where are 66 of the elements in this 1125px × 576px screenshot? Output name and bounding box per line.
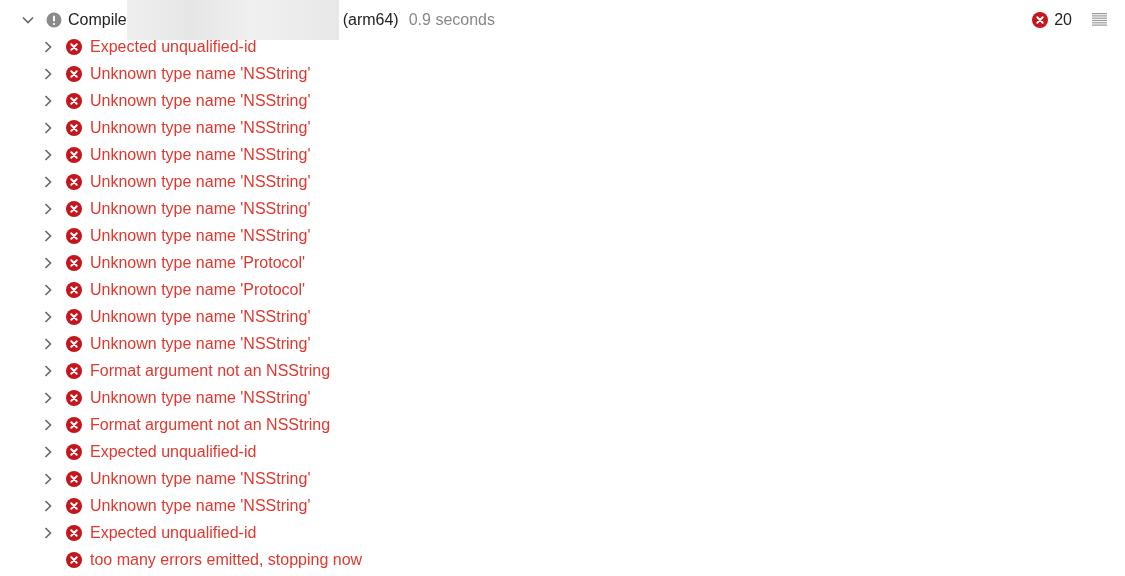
- error-icon: [66, 308, 82, 325]
- warning-icon: [46, 11, 62, 28]
- error-message[interactable]: Unknown type name 'NSString': [90, 91, 311, 110]
- error-icon: [66, 254, 82, 271]
- chevron-right-icon[interactable]: [42, 94, 54, 107]
- error-message[interactable]: Unknown type name 'NSString': [90, 145, 311, 164]
- arch-label: (arm64): [342, 10, 399, 29]
- error-icon: [66, 389, 82, 406]
- error-icon: [66, 551, 82, 568]
- error-message[interactable]: Expected unqualified-id: [90, 37, 257, 56]
- error-message[interactable]: Unknown type name 'Protocol': [90, 280, 306, 299]
- error-icon: [66, 497, 82, 514]
- error-icon: [1032, 11, 1049, 28]
- chevron-right-icon[interactable]: [42, 310, 54, 323]
- error-icon: [66, 92, 82, 109]
- error-count: 20: [1054, 10, 1072, 29]
- error-message[interactable]: Expected unqualified-id: [90, 523, 257, 542]
- chevron-right-icon[interactable]: [42, 445, 54, 458]
- chevron-right-icon[interactable]: [42, 175, 54, 188]
- error-icon: [66, 38, 82, 55]
- error-icon: [66, 443, 82, 460]
- error-message[interactable]: Unknown type name 'NSString': [90, 199, 311, 218]
- error-message[interactable]: Format argument not an NSString: [90, 415, 331, 434]
- error-icon: [66, 146, 82, 163]
- error-icon: [66, 416, 82, 433]
- error-icon: [66, 65, 82, 82]
- error-message[interactable]: Unknown type name 'NSString': [90, 64, 311, 83]
- chevron-right-icon[interactable]: [42, 499, 54, 512]
- error-message[interactable]: Unknown type name 'NSString': [90, 307, 311, 326]
- chevron-right-icon[interactable]: [42, 202, 54, 215]
- error-icon: [66, 173, 82, 190]
- chevron-right-icon[interactable]: [42, 337, 54, 350]
- error-message[interactable]: Unknown type name 'NSString': [90, 496, 311, 515]
- list-icon[interactable]: [1092, 13, 1107, 26]
- error-icon: [66, 281, 82, 298]
- error-message[interactable]: Unknown type name 'NSString': [90, 334, 311, 353]
- error-message[interactable]: too many errors emitted, stopping now: [90, 550, 363, 569]
- group-title: Compile: [68, 10, 127, 29]
- error-icon: [66, 362, 82, 379]
- error-message[interactable]: Unknown type name 'NSString': [90, 388, 311, 407]
- chevron-right-icon[interactable]: [42, 391, 54, 404]
- error-message[interactable]: Format argument not an NSString: [90, 361, 331, 380]
- chevron-right-icon[interactable]: [42, 418, 54, 431]
- chevron-right-icon[interactable]: [42, 229, 54, 242]
- error-icon: [66, 119, 82, 136]
- error-icon: [66, 227, 82, 244]
- error-message[interactable]: Unknown type name 'NSString': [90, 118, 311, 137]
- error-message[interactable]: Unknown type name 'Protocol': [90, 253, 306, 272]
- error-icon: [66, 524, 82, 541]
- chevron-right-icon[interactable]: [42, 283, 54, 296]
- chevron-right-icon[interactable]: [42, 121, 54, 134]
- chevron-right-icon[interactable]: [42, 472, 54, 485]
- error-icon: [66, 200, 82, 217]
- chevron-right-icon[interactable]: [42, 148, 54, 161]
- error-icon: [66, 335, 82, 352]
- chevron-right-icon[interactable]: [42, 256, 54, 269]
- chevron-right-icon[interactable]: [42, 364, 54, 377]
- error-message[interactable]: Expected unqualified-id: [90, 442, 257, 461]
- chevron-right-icon[interactable]: [42, 526, 54, 539]
- error-message[interactable]: Unknown type name 'NSString': [90, 172, 311, 191]
- error-message[interactable]: Unknown type name 'NSString': [90, 226, 311, 245]
- chevron-right-icon[interactable]: [42, 67, 54, 80]
- duration-label: 0.9 seconds: [408, 10, 495, 29]
- error-icon: [66, 470, 82, 487]
- chevron-right-icon[interactable]: [42, 40, 54, 53]
- error-message[interactable]: Unknown type name 'NSString': [90, 469, 311, 488]
